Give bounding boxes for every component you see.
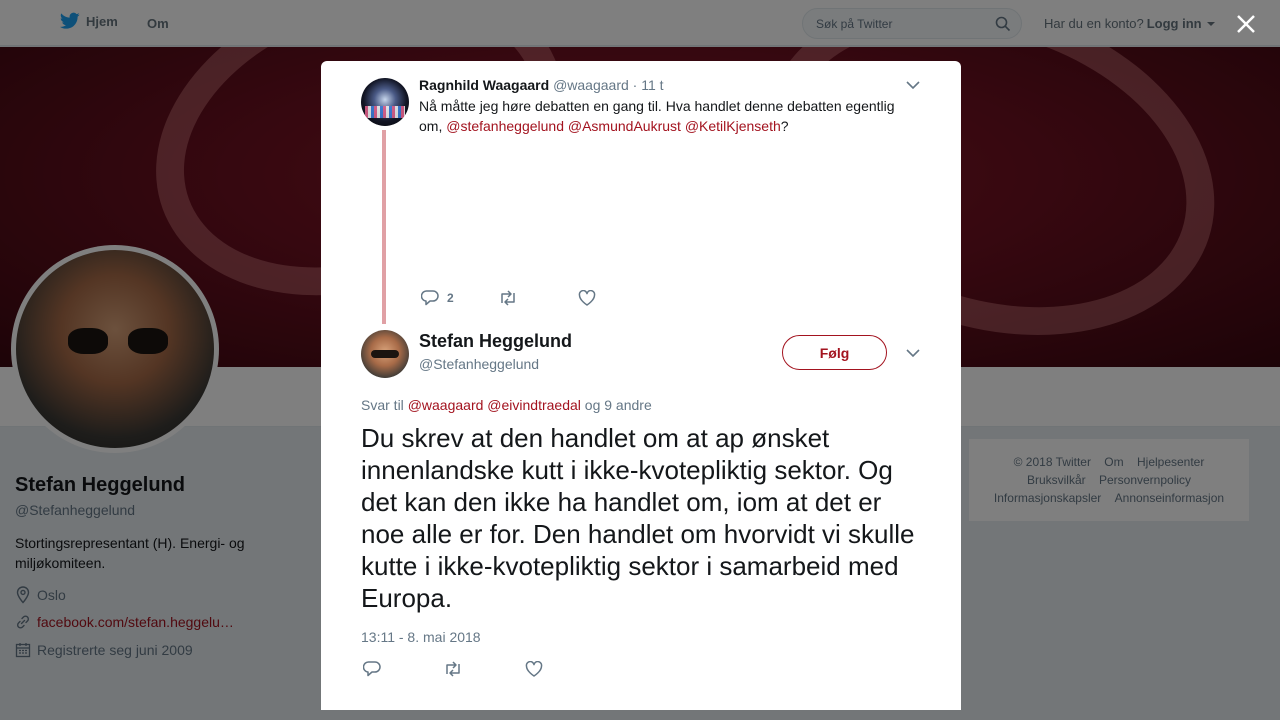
main-tweet-author-name[interactable]: Stefan Heggelund [419,331,572,352]
retweet-icon [500,290,515,306]
mention-link[interactable]: @AsmundAukrust [568,118,681,134]
parent-tweet-text-end: ? [780,118,789,134]
replying-suffix[interactable]: og 9 andre [585,397,652,413]
parent-tweet-actions: 2 [421,290,596,306]
heart-icon [578,290,595,306]
mention-link[interactable]: @eivindtraedal [487,397,581,413]
retweet-button[interactable] [443,661,463,677]
mention-link[interactable]: @KetilKjenseth [685,118,781,134]
parent-tweet-header: Ragnhild Waagaard @waagaard · 11 t [419,77,664,93]
parent-tweet-author-name[interactable]: Ragnhild Waagaard [419,77,549,93]
parent-tweet-avatar[interactable] [361,78,409,126]
parent-tweet-time[interactable]: · 11 t [633,77,664,93]
main-tweet-actions [363,661,543,677]
main-tweet-author-handle[interactable]: @Stefanheggelund [419,356,539,372]
replying-prefix: Svar til [361,397,404,413]
reply-icon [421,290,439,306]
main-tweet-text: Du skrev at den handlet om at ap ønsket … [361,423,915,613]
tweet-modal: Ragnhild Waagaard @waagaard · 11 t Nå må… [321,61,961,710]
replying-to: Svar til @waagaard @eivindtraedal og 9 a… [361,397,652,413]
heart-icon [525,661,543,677]
close-icon[interactable] [1234,12,1258,36]
mention-link[interactable]: @stefanheggelund [446,118,564,134]
chevron-down-icon[interactable] [906,81,920,90]
retweet-icon [446,661,460,677]
like-button[interactable] [525,661,543,677]
mention-link[interactable]: @waagaard [408,397,484,413]
reply-icon [363,661,381,677]
main-tweet-avatar[interactable] [361,330,409,378]
follow-button[interactable]: Følg [782,335,887,370]
reply-button[interactable]: 2 [421,290,454,306]
reply-button[interactable] [363,661,381,677]
parent-tweet-text: Nå måtte jeg høre debatten en gang til. … [419,96,909,136]
retweet-button[interactable] [498,290,518,306]
main-tweet-timestamp[interactable]: 13:11 - 8. mai 2018 [361,629,481,645]
thread-connector-line [382,130,386,324]
chevron-down-icon[interactable] [906,349,920,358]
like-button[interactable] [578,290,596,306]
parent-tweet-author-handle[interactable]: @waagaard [553,77,629,93]
reply-count: 2 [447,291,454,305]
